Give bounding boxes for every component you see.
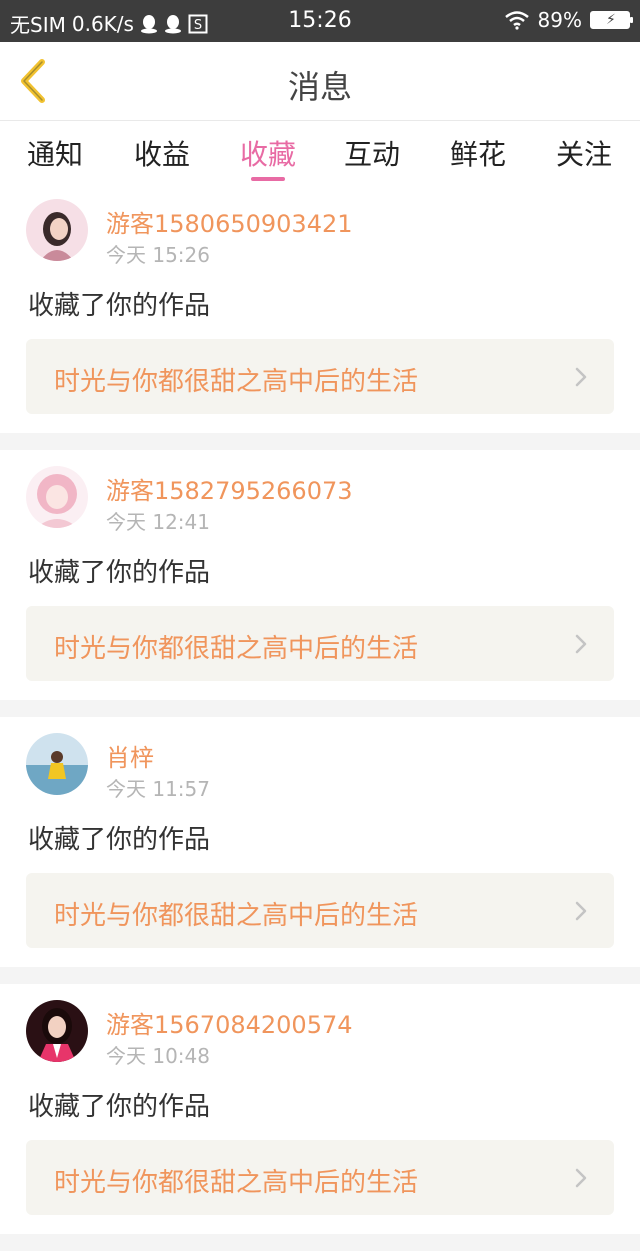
battery-percent: 89%: [537, 8, 582, 32]
username[interactable]: 肖梓: [106, 738, 154, 773]
tab-bar: 通知 收益 收藏 互动 鲜花 关注: [0, 121, 640, 183]
work-title: 时光与你都很甜之高中后的生活: [54, 1168, 419, 1198]
message-card: 游客1580650903421 今天 15:26 收藏了你的作品 时光与你都很甜…: [0, 183, 640, 433]
message-action: 收藏了你的作品: [28, 1092, 211, 1122]
active-tab-indicator: [251, 177, 285, 181]
work-title: 时光与你都很甜之高中后的生活: [54, 367, 419, 397]
nav-bar: 消息: [0, 42, 640, 121]
message-time: 今天 11:57: [106, 777, 210, 801]
work-title: 时光与你都很甜之高中后的生活: [54, 634, 419, 664]
tab-earnings[interactable]: 收益: [109, 133, 215, 173]
message-card: 游客1582795266073 今天 12:41 收藏了你的作品 时光与你都很甜…: [0, 450, 640, 700]
username[interactable]: 游客1567084200574: [106, 1005, 353, 1040]
message-card: 游客1567084200574 今天 10:48 收藏了你的作品 时光与你都很甜…: [0, 984, 640, 1234]
chevron-right-icon: [575, 634, 587, 654]
work-title: 时光与你都很甜之高中后的生活: [54, 901, 419, 931]
message-time: 今天 12:41: [106, 510, 210, 534]
status-bar: 无SIM 0.6K/s S 15:26 89% ⚡: [0, 0, 640, 42]
avatar[interactable]: [26, 733, 88, 795]
avatar[interactable]: [26, 1000, 88, 1062]
message-time: 今天 10:48: [106, 1044, 210, 1068]
avatar[interactable]: [26, 199, 88, 261]
tab-interaction[interactable]: 互动: [319, 133, 425, 173]
work-link[interactable]: 时光与你都很甜之高中后的生活: [26, 1140, 614, 1215]
message-action: 收藏了你的作品: [28, 291, 211, 321]
page-title: 消息: [287, 68, 352, 106]
chevron-right-icon: [575, 367, 587, 387]
message-time: 今天 15:26: [106, 243, 210, 267]
work-link[interactable]: 时光与你都很甜之高中后的生活: [26, 339, 614, 414]
tab-follow[interactable]: 关注: [531, 133, 637, 173]
username[interactable]: 游客1582795266073: [106, 471, 353, 506]
work-link[interactable]: 时光与你都很甜之高中后的生活: [26, 873, 614, 948]
message-action: 收藏了你的作品: [28, 558, 211, 588]
chevron-right-icon: [575, 901, 587, 921]
chevron-right-icon: [575, 1168, 587, 1188]
avatar[interactable]: [26, 466, 88, 528]
message-list: 游客1580650903421 今天 15:26 收藏了你的作品 时光与你都很甜…: [0, 183, 640, 1251]
message-action: 收藏了你的作品: [28, 825, 211, 855]
username[interactable]: 游客1580650903421: [106, 204, 353, 239]
tab-favorites[interactable]: 收藏: [215, 133, 321, 173]
work-link[interactable]: 时光与你都很甜之高中后的生活: [26, 606, 614, 681]
tab-flowers[interactable]: 鲜花: [425, 133, 531, 173]
tab-notice[interactable]: 通知: [2, 133, 108, 173]
battery-icon: ⚡: [590, 11, 633, 29]
wifi-icon: [504, 10, 530, 30]
message-card: 肖梓 今天 11:57 收藏了你的作品 时光与你都很甜之高中后的生活: [0, 717, 640, 967]
